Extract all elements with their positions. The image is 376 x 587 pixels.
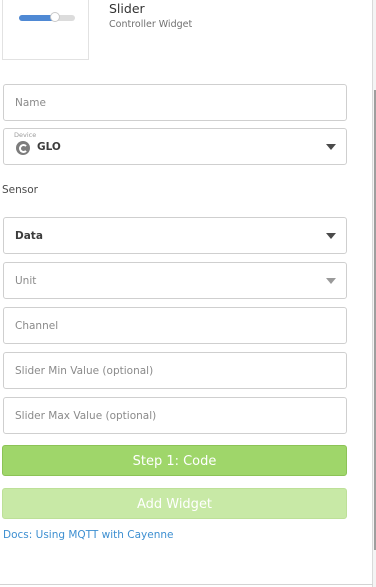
slider-max-placeholder: Slider Max Value (optional) [15,409,157,422]
slider-min-placeholder: Slider Min Value (optional) [15,364,154,377]
widget-preview-card [2,0,89,60]
slider-max-input[interactable]: Slider Max Value (optional) [3,397,347,434]
device-selected-value: GLO [37,140,61,153]
slider-min-input[interactable]: Slider Min Value (optional) [3,352,347,389]
slider-preview-track [19,12,75,22]
unit-placeholder: Unit [15,274,37,287]
step1-code-button[interactable]: Step 1: Code [2,445,347,476]
channel-placeholder: Channel [15,319,59,332]
chevron-down-icon [326,232,336,239]
chevron-down-icon [326,143,336,150]
docs-mqtt-link[interactable]: Docs: Using MQTT with Cayenne [3,529,174,541]
device-field-label: Device [14,131,37,139]
sensor-section-label: Sensor [2,184,38,196]
data-type-selected-value: Data [15,229,43,242]
device-select[interactable]: Device GLO [3,128,347,165]
widget-type-subtitle: Controller Widget [109,19,193,30]
slider-preview-thumb [50,12,61,22]
name-input[interactable]: Name [3,84,347,121]
data-type-select[interactable]: Data [3,217,347,254]
add-widget-button[interactable]: Add Widget [2,488,347,519]
panel-bottom-divider [0,584,373,585]
unit-select[interactable]: Unit [3,262,347,299]
widget-type-title: Slider [109,1,145,16]
name-placeholder: Name [15,96,46,109]
channel-input[interactable]: Channel [3,307,347,344]
chevron-down-icon [326,277,336,284]
cayenne-device-icon [16,141,30,155]
